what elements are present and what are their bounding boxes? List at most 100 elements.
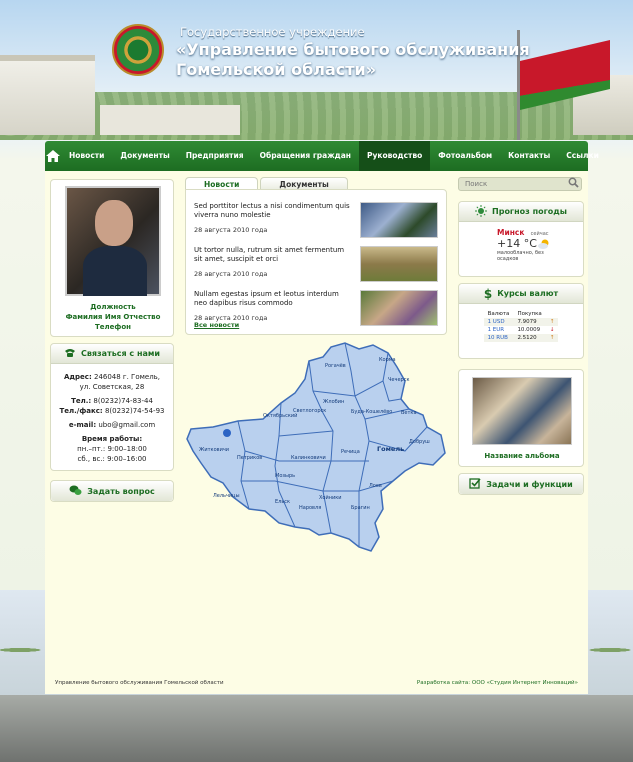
album-photo[interactable] <box>472 377 572 445</box>
header-building <box>100 105 240 135</box>
sun-icon <box>475 204 488 219</box>
all-news-link[interactable]: Все новости <box>194 321 239 329</box>
currency-value: 10.0009 <box>517 327 541 333</box>
map-city[interactable]: Жлобин <box>323 399 344 405</box>
profile-box: Должность Фамилия Имя Отчество Телефон <box>50 179 174 337</box>
map-city[interactable]: Ельск <box>275 499 290 505</box>
weather-box: Прогноз погоды Минск сейчас +14 °С малоо… <box>458 201 584 277</box>
search-input[interactable]: Поиск <box>458 177 582 191</box>
fax-value: 8(0232)74-54-93 <box>104 407 165 415</box>
map-city[interactable]: Брагин <box>351 505 370 511</box>
header-subtitle: Государственное учреждение <box>180 25 365 39</box>
map-city[interactable]: Житковичи <box>199 447 229 453</box>
region-map[interactable]: Рогачёв Корма Чечерск Жлобин Буда-Кошелё… <box>183 341 453 556</box>
currency-code: 1 USD <box>487 319 505 325</box>
search-icon[interactable] <box>568 177 584 191</box>
map-city[interactable]: Буда-Кошелёво <box>351 409 392 415</box>
currency-table: Валюта Покупка 1 USD 7.9079 ↑ 1 EUR 10.0… <box>483 310 559 342</box>
main-nav: Новости Документы Предприятия Обращения … <box>45 141 599 171</box>
profile-phone: Телефон <box>95 323 131 331</box>
map-city[interactable]: Светлогорск <box>293 408 326 414</box>
news-date: 28 августа 2010 года <box>194 270 268 278</box>
coat-of-arms-logo[interactable] <box>112 24 164 76</box>
tasks-label: Задачи и функции <box>486 479 573 489</box>
news-thumbnail[interactable] <box>360 246 438 282</box>
news-thumbnail[interactable] <box>360 202 438 238</box>
news-date: 28 августа 2010 года <box>194 226 268 234</box>
map-city[interactable]: Рогачёв <box>325 363 346 369</box>
footer-copyright: Управление бытового обслуживания Гомельс… <box>55 680 224 686</box>
hours-weekend: сб., вс.: 9:00–16:00 <box>77 455 147 463</box>
chat-icon <box>69 485 82 498</box>
album-title[interactable]: Название альбома <box>459 452 585 460</box>
nav-item-appeals[interactable]: Обращения граждан <box>252 141 359 171</box>
map-city[interactable]: Ветка <box>401 410 417 416</box>
profile-caption: Должность Фамилия Имя Отчество Телефон <box>51 302 175 332</box>
currency-col-header: Валюта <box>487 311 510 317</box>
footer-developer-link[interactable]: Разработка сайта: ООО «Студия Интернет И… <box>417 680 578 686</box>
home-icon[interactable] <box>45 141 61 171</box>
address-line: ул. Советская, 28 <box>79 383 145 391</box>
currency-value: 7.9079 <box>517 319 537 325</box>
news-thumbnail[interactable] <box>360 290 438 326</box>
ask-question-button[interactable]: Задать вопрос <box>50 480 174 502</box>
news-item: Sed porttitor lectus a nisi condimentum … <box>194 202 444 244</box>
email-link[interactable]: ubo@gmail.com <box>98 421 155 429</box>
partly-cloudy-icon <box>537 238 551 252</box>
contact-details: Адрес: 246048 г. Гомель, ул. Советская, … <box>51 364 173 464</box>
album-box: Название альбома <box>458 369 584 467</box>
profile-photo <box>65 186 161 296</box>
address-label: Адрес: <box>63 373 92 381</box>
nav-item-management[interactable]: Руководство <box>358 141 431 171</box>
news-headline[interactable]: Ut tortor nulla, rutrum sit amet ferment… <box>194 246 352 264</box>
currency-header: $ Курсы валют <box>459 284 583 304</box>
map-city[interactable]: Мозырь <box>275 473 295 479</box>
news-item: Ut tortor nulla, rutrum sit amet ferment… <box>194 246 444 288</box>
currency-value: 2.5120 <box>517 335 537 341</box>
map-city[interactable]: Петриков <box>237 455 262 461</box>
header-title-line: Гомельской области» <box>176 60 377 79</box>
nav-item-news[interactable]: Новости <box>61 141 112 171</box>
profile-position: Должность <box>90 303 136 311</box>
currency-row: 10 RUB 2.5120 ↑ <box>483 334 559 342</box>
weather-body: Минск сейчас +14 °С малооблачно, без оса… <box>459 222 583 272</box>
nav-item-links[interactable]: Ссылки <box>558 141 607 171</box>
ask-question-inner: Задать вопрос <box>51 481 173 501</box>
tasks-button[interactable]: Задачи и функции <box>458 473 584 495</box>
header-building <box>0 55 95 135</box>
dollar-icon: $ <box>483 286 493 301</box>
map-city[interactable]: Лельчицы <box>213 493 240 499</box>
hours-title: Время работы: <box>81 435 143 443</box>
nav-item-contacts[interactable]: Контакты <box>500 141 558 171</box>
footer-road <box>0 695 633 762</box>
arrow-up-icon: ↑ <box>549 319 555 325</box>
nav-item-documents[interactable]: Документы <box>112 141 177 171</box>
phone-icon <box>64 348 76 360</box>
news-headline[interactable]: Sed porttitor lectus a nisi condimentum … <box>194 202 352 220</box>
news-panel: Sed porttitor lectus a nisi condimentum … <box>185 189 447 335</box>
profile-name: Фамилия Имя Отчество <box>65 313 161 321</box>
map-city[interactable]: Октябрьский <box>263 412 297 419</box>
map-city[interactable]: Наровля <box>299 505 321 511</box>
nav-item-photoalbum[interactable]: Фотоальбом <box>430 141 500 171</box>
map-city[interactable]: Добруш <box>409 439 430 445</box>
map-city[interactable]: Лоев <box>369 483 382 489</box>
header-title: «Управление бытового обслуживания Гомель… <box>176 40 530 80</box>
currency-row: 1 USD 7.9079 ↑ <box>483 318 559 326</box>
news-headline[interactable]: Nullam egestas ipsum et leotus interdum … <box>194 290 352 308</box>
currency-row: 1 EUR 10.0009 ↓ <box>484 326 559 334</box>
map-city[interactable]: Речица <box>341 449 360 455</box>
site-header: Государственное учреждение «Управление б… <box>0 0 633 140</box>
tasks-inner: Задачи и функции <box>459 474 583 494</box>
map-city[interactable]: Корма <box>379 357 396 363</box>
nav-item-enterprises[interactable]: Предприятия <box>178 141 252 171</box>
weather-desc-line: осадков <box>497 256 519 262</box>
contact-title: Связаться с нами <box>80 349 161 358</box>
contact-header: Связаться с нами <box>51 344 173 364</box>
tel-label: Тел.: <box>71 397 92 405</box>
map-city[interactable]: Калинковичи <box>291 455 326 461</box>
map-city[interactable]: Чечерск <box>388 377 409 383</box>
map-city[interactable]: Хойники <box>319 494 342 501</box>
tel-value: 8(0232)74-83-44 <box>93 397 153 405</box>
map-city[interactable]: Гомель <box>377 445 404 453</box>
